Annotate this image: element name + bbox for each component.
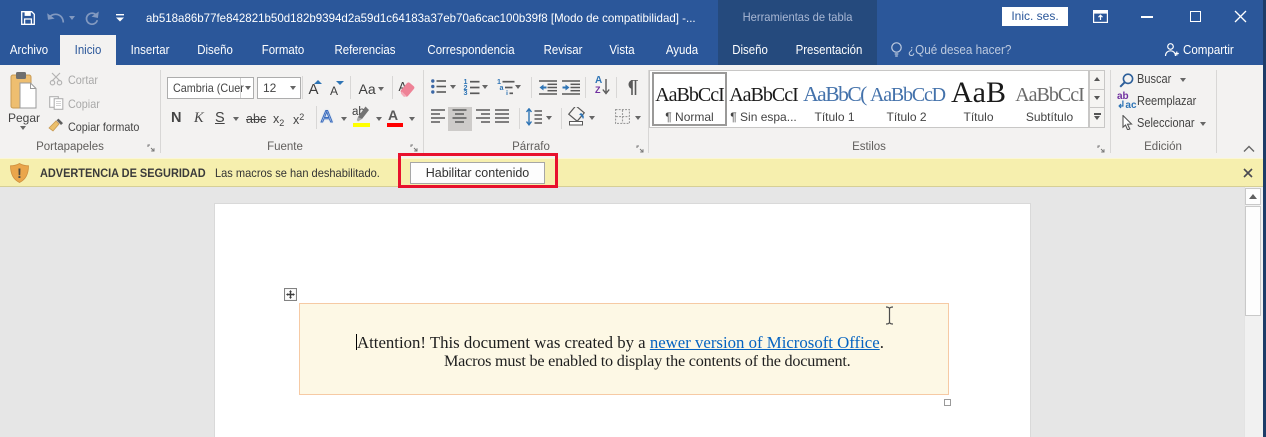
svg-text:!: ! bbox=[17, 165, 22, 181]
svg-text:i: i bbox=[506, 89, 508, 96]
svg-text:a: a bbox=[500, 83, 505, 92]
svg-text:3: 3 bbox=[464, 88, 468, 95]
